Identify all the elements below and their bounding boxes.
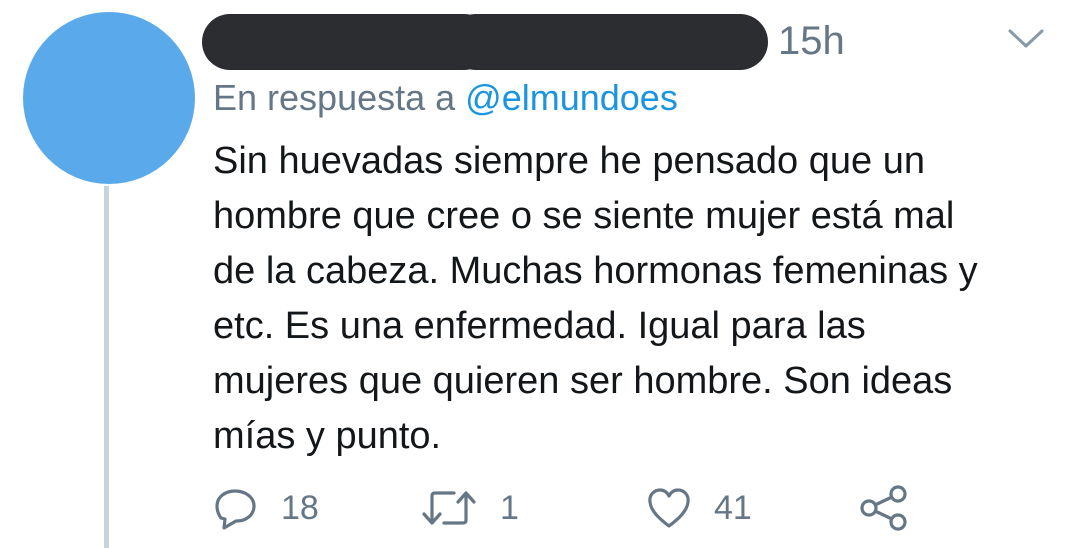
retweet-count: 1	[500, 489, 519, 527]
chevron-down-icon[interactable]	[1006, 26, 1046, 52]
like-count: 41	[714, 489, 752, 527]
retweet-button[interactable]: 1	[420, 482, 519, 534]
thread-line	[104, 186, 109, 548]
tweet-text-line: de la cabeza. Muchas hormonas femeninas …	[213, 250, 978, 292]
reply-to-mention-link[interactable]: @elmundoes	[465, 77, 678, 118]
tweet-timestamp[interactable]: 15h	[778, 16, 845, 66]
tweet-text-line: mujeres que quieren ser hombre. Son idea…	[213, 360, 953, 402]
reply-icon	[215, 489, 256, 530]
tweet-text-line: Sin huevadas siempre he pensado que un	[213, 140, 925, 182]
tweet-text: Sin huevadas siempre he pensado que un h…	[213, 134, 1063, 464]
tweet-text-line: hombre que cree o se siente mujer está m…	[213, 195, 955, 237]
reply-button[interactable]: 18	[213, 482, 319, 534]
heart-icon	[648, 488, 690, 528]
reply-count: 18	[281, 489, 319, 527]
redacted-handle-block	[448, 14, 768, 70]
tweet-text-line: mías y punto.	[213, 415, 442, 457]
like-button[interactable]: 41	[646, 482, 752, 534]
retweet-icon	[422, 491, 476, 525]
reply-to-prefix: En respuesta a	[213, 77, 456, 118]
share-icon	[860, 485, 907, 531]
tweet-text-line: etc. Es una enfermedad. Igual para las	[213, 305, 866, 347]
share-button[interactable]	[858, 482, 912, 534]
avatar[interactable]	[23, 12, 195, 184]
reply-context: En respuesta a @elmundoes	[213, 74, 678, 122]
